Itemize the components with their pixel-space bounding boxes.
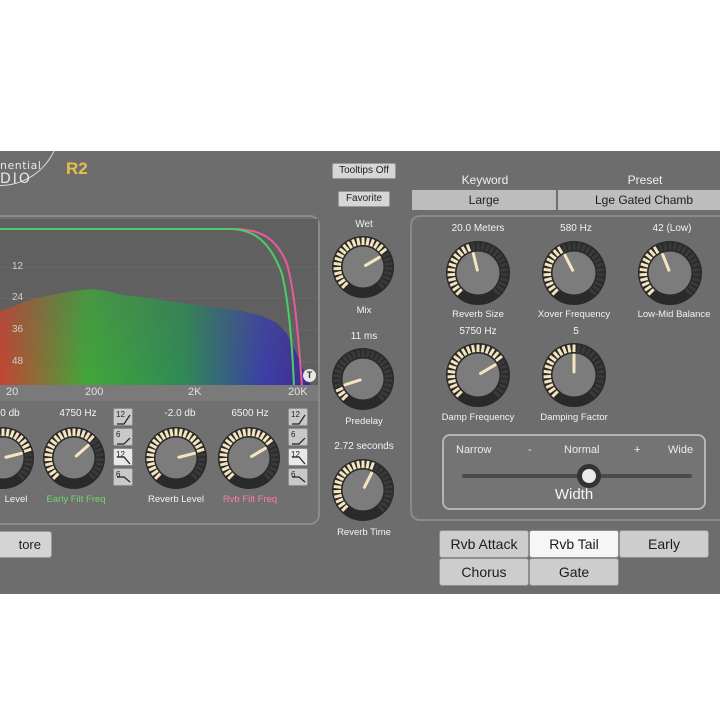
- width-normal-label: Normal: [564, 444, 600, 456]
- tab-early[interactable]: Early: [619, 530, 709, 558]
- low-mid-balance-knob[interactable]: [638, 241, 702, 305]
- preset-header: Preset: [627, 173, 663, 187]
- damping-factor-label: Damping Factor: [540, 412, 608, 423]
- brand-name-line2: DIO: [0, 171, 32, 187]
- reverb-size-knob[interactable]: [446, 241, 510, 305]
- width-minus-label: -: [528, 444, 532, 456]
- predelay-knob[interactable]: [332, 348, 394, 410]
- xover-frequency-knob[interactable]: [542, 241, 606, 305]
- early-filter-freq-knob[interactable]: [43, 427, 105, 489]
- eq-freq-tick: 2K: [188, 386, 202, 398]
- eq-toggle-badge[interactable]: T: [303, 369, 316, 382]
- low-mid-balance-value: 42 (Low): [652, 223, 692, 234]
- reverb-time-label: Reverb Time: [337, 527, 391, 538]
- width-control-panel: Narrow - Normal + Wide Width: [442, 434, 706, 510]
- rvb-slope-6-low[interactable]: 6: [288, 468, 308, 486]
- early-level-label: Level: [4, 494, 28, 505]
- eq-db-tick: 48: [12, 356, 24, 367]
- low-mid-balance-label: Low-Mid Balance: [637, 309, 711, 320]
- mix-label: Mix: [356, 305, 372, 316]
- rvb-slope-6-high[interactable]: 6: [288, 428, 308, 446]
- eq-db-tick: 36: [12, 324, 24, 335]
- rvb-filter-freq-value: 6500 Hz: [231, 408, 269, 419]
- xover-frequency-label: Xover Frequency: [537, 309, 611, 320]
- reverb-level-label: Reverb Level: [148, 494, 204, 505]
- rvb-slope-12-low[interactable]: 12: [288, 448, 308, 466]
- reverb-size-value: 20.0 Meters: [451, 223, 505, 234]
- eq-db-tick: 24: [12, 292, 24, 303]
- early-slope-12-low[interactable]: 12: [113, 448, 133, 466]
- reverb-time-value: 2.72 seconds: [334, 441, 394, 452]
- eq-frequency-axis: [0, 385, 318, 401]
- restore-button[interactable]: tore: [0, 531, 52, 558]
- eq-freq-tick: 20: [6, 386, 19, 398]
- keyword-header: Keyword: [461, 173, 509, 187]
- early-slope-6-high[interactable]: 6: [113, 428, 133, 446]
- tab-gate[interactable]: Gate: [529, 558, 619, 586]
- damp-frequency-label: Damp Frequency: [441, 412, 515, 423]
- eq-freq-tick: 200: [85, 386, 104, 398]
- eq-freq-tick: 20K: [288, 386, 308, 398]
- tab-rvb-attack[interactable]: Rvb Attack: [439, 530, 529, 558]
- damp-frequency-value: 5750 Hz: [459, 326, 497, 337]
- eq-db-tick: 12: [12, 261, 24, 272]
- early-level-knob[interactable]: [0, 427, 34, 489]
- early-filter-freq-value: 4750 Hz: [59, 408, 97, 419]
- mix-knob[interactable]: [332, 236, 394, 298]
- reverb-time-knob[interactable]: [332, 459, 394, 521]
- tooltips-button[interactable]: Tooltips Off: [332, 163, 396, 179]
- favorite-button[interactable]: Favorite: [338, 191, 390, 207]
- keyword-select[interactable]: Large: [412, 190, 556, 210]
- early-slope-12-high[interactable]: 12: [113, 408, 133, 426]
- early-level-value: 0 db: [0, 408, 20, 419]
- reverb-level-knob[interactable]: [145, 427, 207, 489]
- predelay-value: 11 ms: [350, 331, 378, 342]
- reverb-level-value: -2.0 db: [164, 408, 196, 419]
- early-filter-freq-label: Early Filt Freq: [46, 494, 106, 505]
- mix-value: Wet: [355, 219, 373, 230]
- xover-frequency-value: 580 Hz: [560, 223, 592, 234]
- early-slope-6-low[interactable]: 6: [113, 468, 133, 486]
- product-name: R2: [66, 159, 88, 178]
- preset-select[interactable]: Lge Gated Chamb: [558, 190, 720, 210]
- reverb-size-label: Reverb Size: [452, 309, 504, 320]
- width-narrow-label: Narrow: [456, 444, 492, 456]
- rvb-slope-12-high[interactable]: 12: [288, 408, 308, 426]
- width-title: Width: [554, 486, 594, 503]
- tab-chorus[interactable]: Chorus: [439, 558, 529, 586]
- width-wide-label: Wide: [668, 444, 694, 456]
- damping-factor-value: 5: [573, 326, 579, 337]
- reverb-plugin-window: nential DIO R2 12 24 36 48 20 200 2K 20K…: [0, 151, 720, 594]
- width-plus-label: +: [634, 444, 641, 456]
- rvb-filter-freq-knob[interactable]: [218, 427, 280, 489]
- predelay-label: Predelay: [345, 416, 383, 427]
- damp-frequency-knob[interactable]: [446, 343, 510, 407]
- damping-factor-knob[interactable]: [542, 343, 606, 407]
- width-slider-thumb[interactable]: [576, 464, 601, 488]
- tab-rvb-tail[interactable]: Rvb Tail: [529, 530, 619, 558]
- rvb-filter-freq-label: Rvb Filt Freq: [222, 494, 278, 505]
- eq-spectrum-display[interactable]: [0, 219, 318, 387]
